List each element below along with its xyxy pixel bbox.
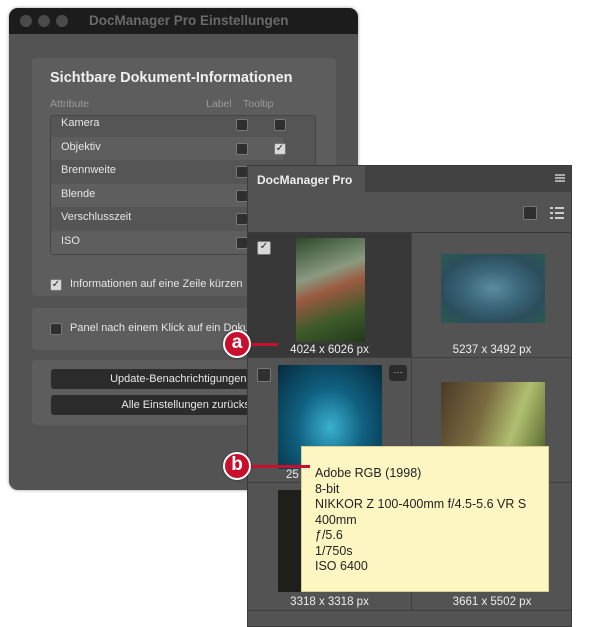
window-title: DocManager Pro Einstellungen bbox=[89, 13, 289, 28]
panel-menu-icon[interactable] bbox=[555, 174, 565, 182]
tooltip-checkbox[interactable]: ✓ bbox=[274, 142, 286, 155]
zoom-button[interactable] bbox=[56, 15, 68, 27]
annotation-line-a bbox=[250, 343, 278, 346]
attribute-row: Objektiv bbox=[51, 136, 283, 160]
annotation-a: a bbox=[223, 330, 251, 358]
tile-size: 25 bbox=[286, 469, 299, 481]
tooltip-line: NIKKOR Z 100-400mm f/4.5-5.6 VR S bbox=[315, 497, 527, 511]
attribute-name: Brennweite bbox=[61, 164, 117, 176]
tooltip-line: Adobe RGB (1998) bbox=[315, 466, 422, 480]
thumbnail-image bbox=[296, 238, 365, 342]
label-checkbox[interactable] bbox=[236, 142, 248, 155]
attribute-header: Attribute bbox=[50, 98, 90, 110]
tooltip-line: ISO 6400 bbox=[315, 559, 368, 573]
shorten-checkbox[interactable]: ✓ bbox=[50, 279, 62, 291]
tab-docmanager[interactable]: DocManager Pro bbox=[248, 166, 365, 192]
label-checkbox[interactable] bbox=[236, 119, 248, 131]
attribute-row: Kamera bbox=[51, 116, 283, 137]
tile-size: 3318 x 3318 px bbox=[290, 596, 369, 608]
tile-checkbox[interactable] bbox=[257, 368, 271, 382]
shorten-label: Informationen auf eine Zeile kürzen bbox=[70, 278, 243, 290]
annotation-b: b bbox=[223, 452, 251, 480]
tooltip-checkbox[interactable] bbox=[274, 119, 286, 131]
attribute-name: Blende bbox=[61, 187, 96, 200]
tile-checkbox[interactable]: ✓ bbox=[257, 241, 271, 255]
list-view-icon[interactable] bbox=[550, 206, 564, 220]
attribute-name: Kamera bbox=[61, 117, 100, 129]
document-tile[interactable]: 5237 x 3492 px bbox=[412, 233, 571, 358]
tab-bar: DocManager Pro bbox=[248, 166, 571, 192]
panel-toolbar bbox=[248, 192, 571, 233]
thumbnail-image bbox=[441, 254, 545, 323]
document-tile[interactable]: ✓ 4024 x 6026 px bbox=[248, 233, 412, 358]
annotation-line-b bbox=[250, 465, 310, 468]
tile-size: 5237 x 3492 px bbox=[452, 344, 532, 356]
attribute-name: Verschlusszeit bbox=[61, 211, 132, 223]
tooltip-line: 400mm bbox=[315, 512, 357, 527]
select-all-checkbox[interactable] bbox=[523, 206, 537, 220]
close-button[interactable] bbox=[20, 15, 32, 27]
tooltip-line: ƒ/5.6 bbox=[315, 528, 343, 542]
attribute-name: ISO bbox=[61, 234, 80, 247]
more-options-button[interactable]: ··· bbox=[389, 365, 407, 381]
tile-size: 3661 x 5502 px bbox=[452, 596, 532, 608]
tooltip-header: Tooltip bbox=[243, 98, 274, 110]
section-title: Sichtbare Dokument-Informationen bbox=[50, 70, 293, 86]
thumbnail-image bbox=[441, 382, 545, 450]
tooltip-line: 8-bit bbox=[315, 481, 340, 496]
metadata-tooltip: Adobe RGB (1998) 8-bit NIKKOR Z 100-400mm … bbox=[301, 446, 549, 592]
minimize-button[interactable] bbox=[38, 15, 50, 27]
title-bar: DocManager Pro Einstellungen bbox=[9, 8, 358, 34]
tooltip-line: 1/750s bbox=[315, 543, 353, 558]
label-header: Label bbox=[206, 98, 232, 110]
attribute-name: Objektiv bbox=[61, 140, 101, 153]
panel-option-checkbox[interactable] bbox=[50, 323, 62, 335]
